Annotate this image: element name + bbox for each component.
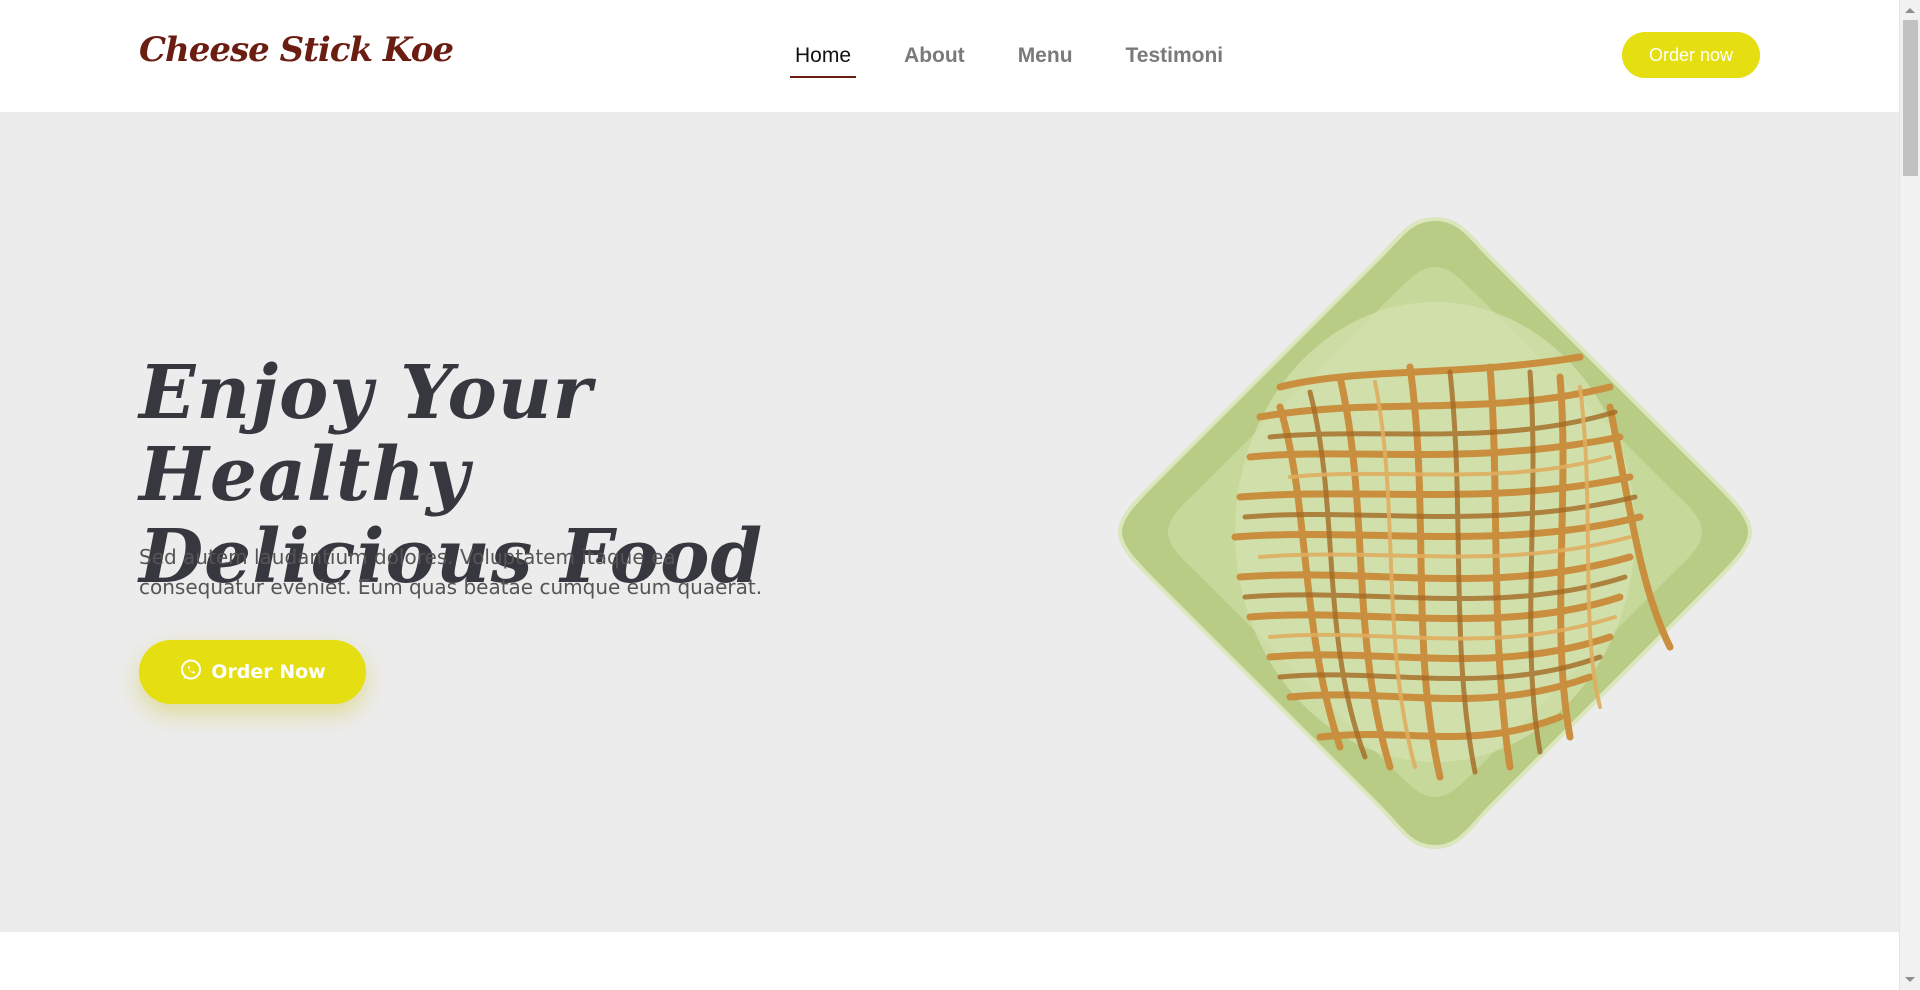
header-order-button[interactable]: Order now (1622, 32, 1760, 78)
nav-item-about[interactable]: About (899, 40, 970, 78)
scroll-thumb[interactable] (1903, 20, 1918, 176)
hero-order-button[interactable]: Order Now (139, 640, 366, 704)
hero-description: Sed autem laudantium dolores. Voluptatem… (139, 545, 763, 599)
nav-item-home[interactable]: Home (790, 40, 857, 78)
nav-item-testimoni[interactable]: Testimoni (1121, 40, 1229, 78)
nav-item-menu[interactable]: Menu (1013, 40, 1078, 78)
brand-logo[interactable]: Cheese Stick Koe (139, 30, 454, 70)
scroll-down-arrow-icon[interactable] (1905, 977, 1915, 982)
cheese-stick-plate-image (1110, 207, 1760, 857)
hero-order-button-label: Order Now (211, 661, 326, 683)
page-scrollbar[interactable] (1899, 0, 1920, 990)
scroll-up-arrow-icon[interactable] (1905, 8, 1915, 13)
main-nav: Home About Menu Testimoni (790, 40, 1228, 78)
site-header: Cheese Stick Koe Home About Menu Testimo… (0, 0, 1899, 112)
hero-section: Enjoy Your Healthy Delicious Food Sed au… (0, 112, 1899, 932)
next-section (0, 932, 1899, 990)
whatsapp-icon (179, 658, 203, 687)
hero-title-line1: Enjoy Your Healthy (139, 350, 593, 518)
